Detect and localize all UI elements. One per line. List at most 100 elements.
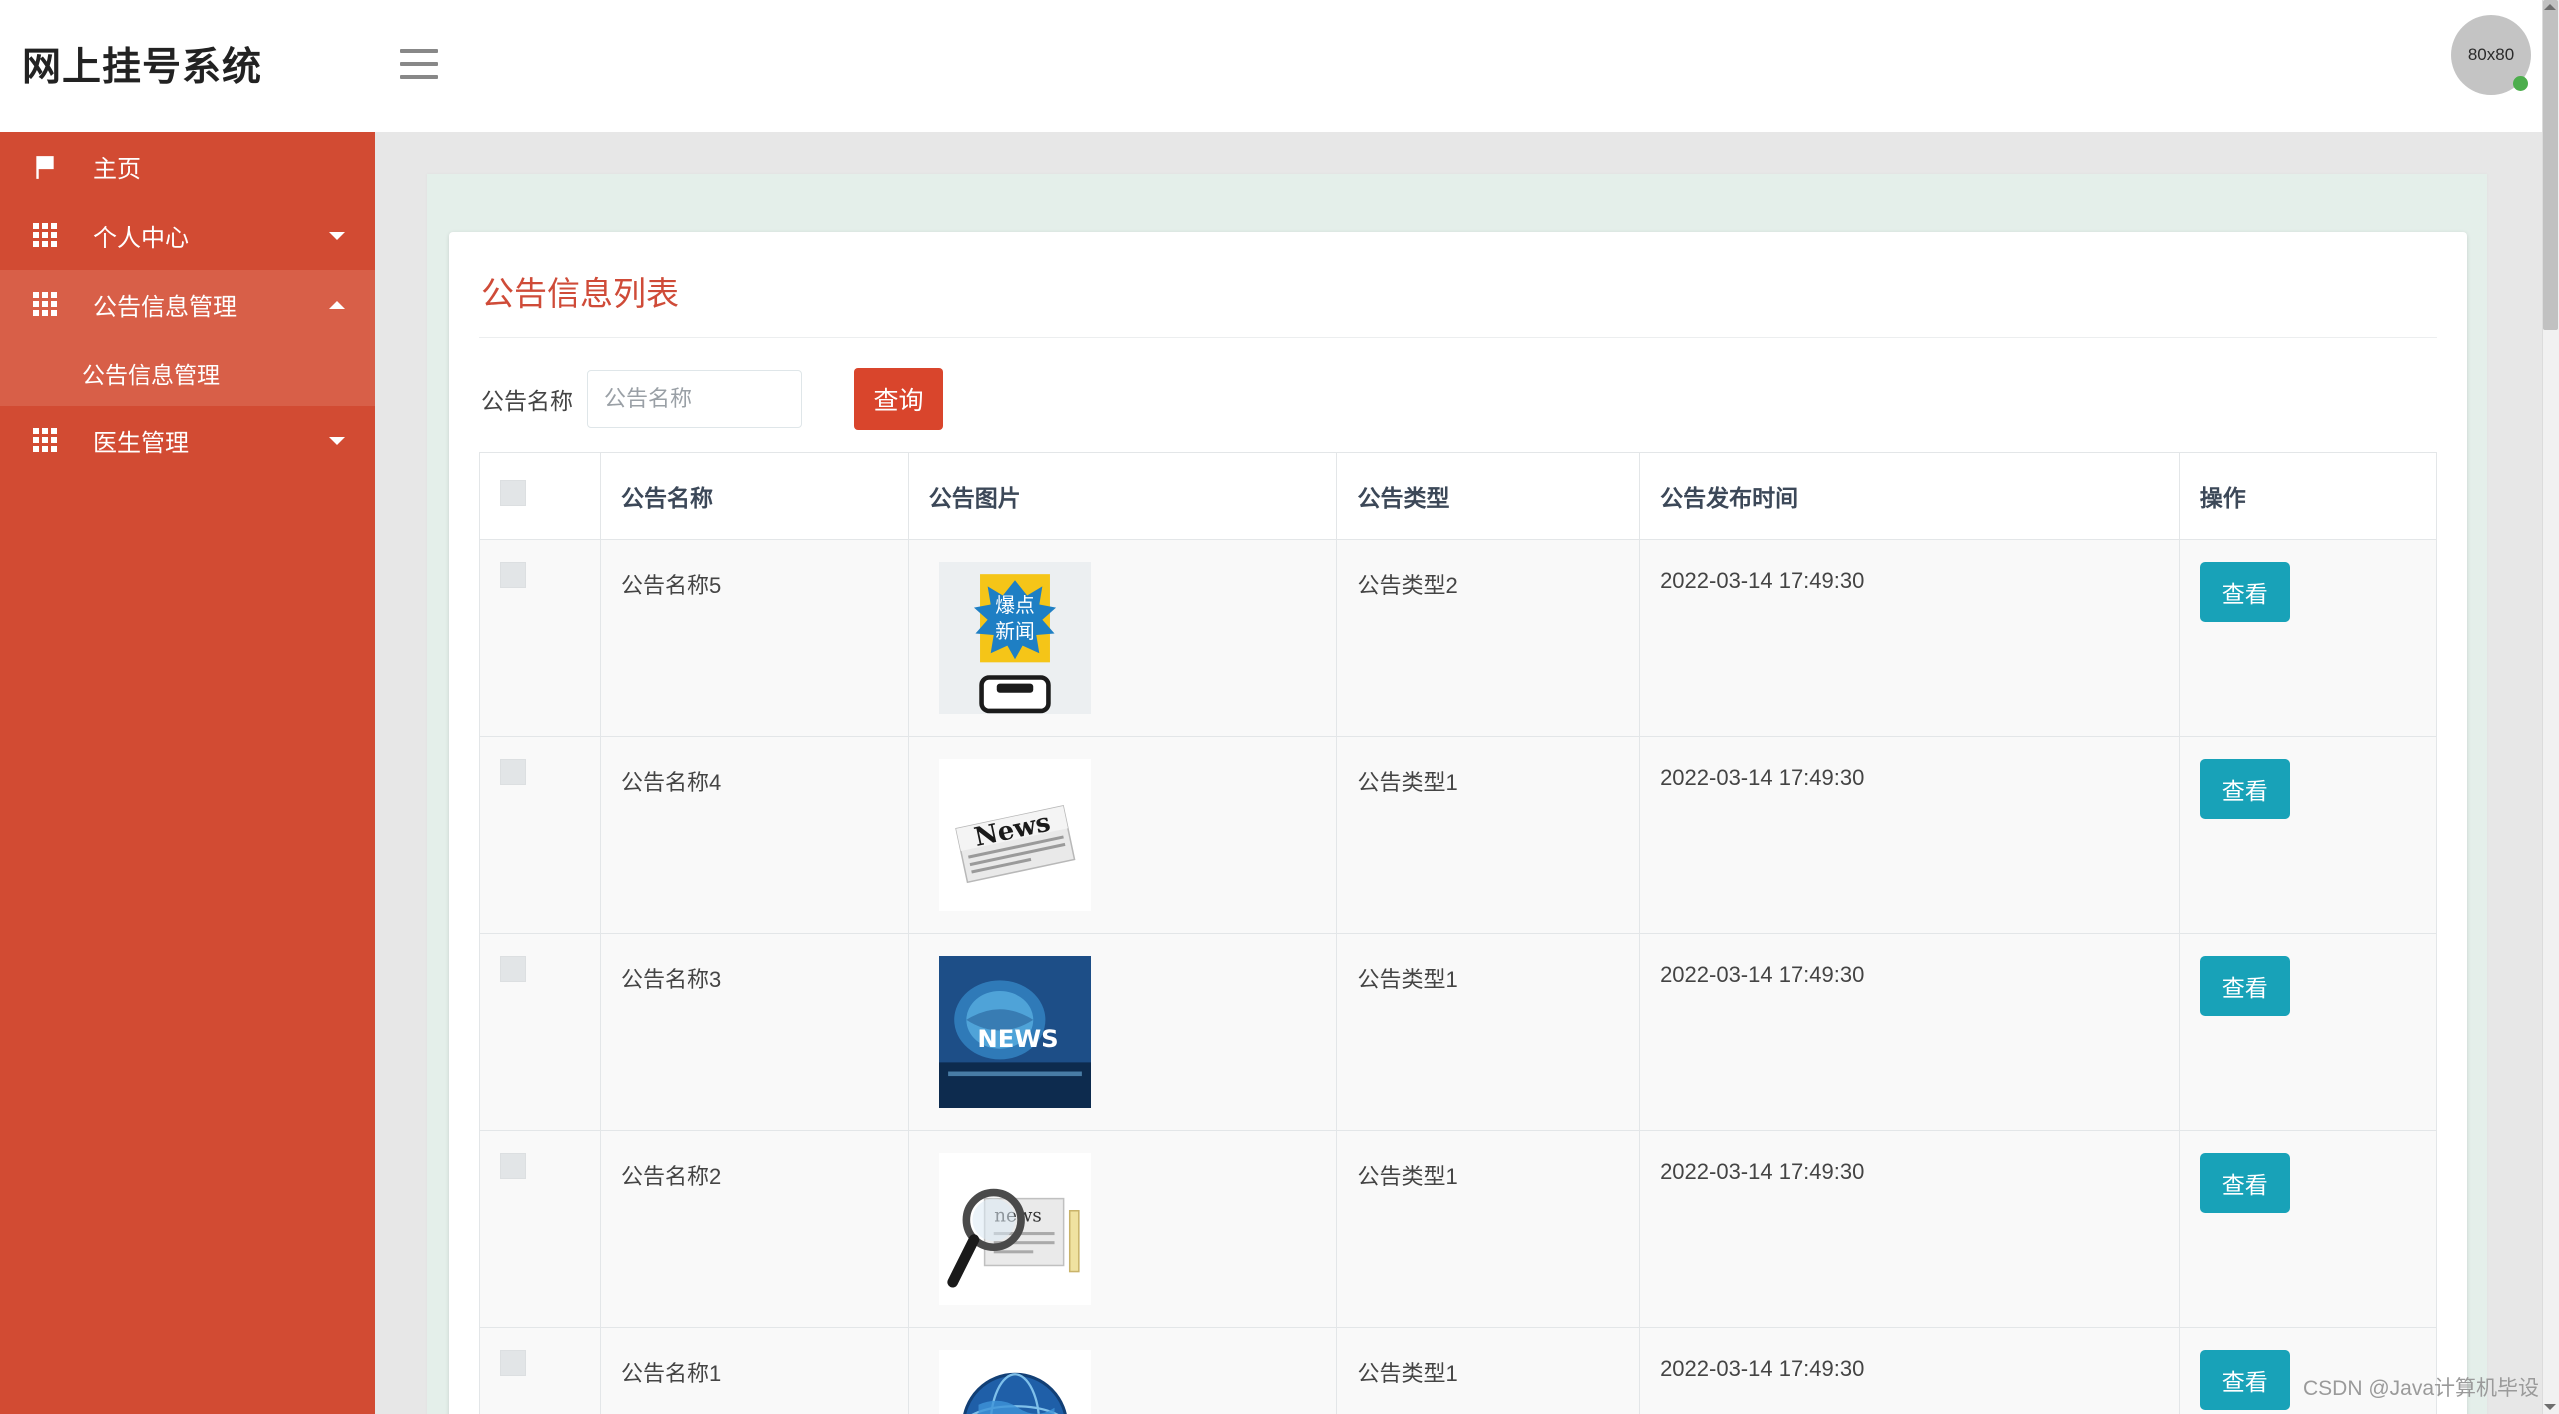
grid-icon	[15, 292, 75, 317]
announcement-thumbnail: News	[938, 759, 1091, 911]
sidebar-subitem-announcement-management[interactable]: 公告信息管理	[0, 339, 375, 406]
search-toolbar: 公告名称 查询	[479, 338, 2437, 452]
sidebar-item-doctor-management[interactable]: 医生管理	[0, 406, 375, 475]
announcement-type: 公告类型1	[1357, 967, 1458, 992]
column-header-operation: 操作	[2178, 452, 2438, 540]
announcement-name: 公告名称3	[621, 967, 722, 992]
sidebar-item-label: 公告信息管理	[93, 294, 237, 321]
announcement-list-panel: 公告信息列表 公告名称 查询	[449, 232, 2467, 1414]
scroll-up-arrow-icon[interactable]	[2544, 4, 2556, 10]
announcement-time: 2022-03-14 17:49:30	[1660, 765, 1865, 790]
view-button[interactable]: 查看	[2199, 956, 2290, 1016]
column-header-type: 公告类型	[1336, 452, 1641, 540]
cell-image: NEWS	[907, 933, 1338, 1131]
row-checkbox[interactable]	[500, 1153, 526, 1179]
view-button[interactable]: 查看	[2199, 759, 2290, 819]
view-button[interactable]: 查看	[2199, 562, 2290, 622]
cell-operation: 查看	[2178, 933, 2438, 1131]
table-header-row: 公告名称 公告图片 公告类型 公告发布时间 操作	[478, 452, 2438, 540]
vertical-scrollbar-thumb[interactable]	[2543, 0, 2558, 330]
announcement-type: 公告类型1	[1357, 1361, 1458, 1386]
chevron-down-icon[interactable]	[329, 436, 345, 445]
announcement-time: 2022-03-14 17:49:30	[1660, 962, 1865, 987]
row-select-cell[interactable]	[478, 933, 602, 1131]
column-header-name: 公告名称	[600, 452, 909, 540]
online-status-dot	[2513, 76, 2528, 91]
row-checkbox[interactable]	[500, 956, 526, 982]
chevron-down-icon[interactable]	[329, 231, 345, 240]
table-row: 公告名称1 NEWS	[478, 1327, 2438, 1414]
cell-name: 公告名称1	[600, 1327, 909, 1414]
search-label: 公告名称	[481, 388, 573, 414]
table-row: 公告名称2 news 公告类型1 2022-03-14 17:49:30 查看	[478, 1130, 2438, 1328]
sidebar-item-personal-center[interactable]: 个人中心	[0, 201, 375, 270]
cell-type: 公告类型1	[1336, 1130, 1641, 1328]
view-button[interactable]: 查看	[2199, 1153, 2290, 1213]
flag-icon	[15, 154, 75, 180]
search-button[interactable]: 查询	[854, 368, 943, 430]
app-root: 网上挂号系统 80x80 主页 个人中心 公告信息管理 公告信息管理 医生管理 …	[0, 0, 2559, 1414]
watermark: CSDN @Java计算机毕设	[2302, 1377, 2539, 1400]
announcement-time: 2022-03-14 17:49:30	[1660, 1159, 1865, 1184]
table-row: 公告名称4 News 公告类型1 2022-03-14 17:49:30 查看	[478, 736, 2438, 934]
svg-text:NEWS: NEWS	[977, 1024, 1058, 1053]
cell-image: news	[907, 1130, 1338, 1328]
cell-name: 公告名称3	[600, 933, 909, 1131]
cell-time: 2022-03-14 17:49:30	[1639, 539, 2180, 737]
sidebar-item-announcement-management[interactable]: 公告信息管理	[0, 270, 375, 339]
sidebar-item-label: 医生管理	[93, 430, 189, 457]
cell-operation: 查看	[2178, 539, 2438, 737]
table-row: 公告名称3 NEWS 公告类型1 2022-03-14 17:49:30 查看	[478, 933, 2438, 1131]
row-checkbox[interactable]	[500, 1350, 526, 1376]
announcement-name: 公告名称2	[621, 1164, 722, 1189]
svg-text:新闻: 新闻	[995, 620, 1035, 643]
cell-image: 爆点 新闻	[907, 539, 1338, 737]
cell-type: 公告类型1	[1336, 1327, 1641, 1414]
scroll-down-arrow-icon[interactable]	[2544, 1404, 2556, 1410]
row-select-cell[interactable]	[478, 1130, 602, 1328]
cell-name: 公告名称5	[600, 539, 909, 737]
row-checkbox[interactable]	[500, 562, 526, 588]
announcement-time: 2022-03-14 17:49:30	[1660, 1356, 1865, 1381]
search-input[interactable]	[587, 370, 802, 428]
panel-outer: 公告信息列表 公告名称 查询	[427, 174, 2487, 1414]
announcement-thumbnail: news	[938, 1153, 1091, 1305]
announcement-name: 公告名称4	[621, 770, 722, 795]
cell-time: 2022-03-14 17:49:30	[1639, 736, 2180, 934]
hamburger-icon[interactable]	[400, 49, 438, 79]
cell-time: 2022-03-14 17:49:30	[1639, 1130, 2180, 1328]
row-checkbox[interactable]	[500, 759, 526, 785]
avatar[interactable]: 80x80	[2451, 15, 2531, 95]
announcement-name: 公告名称1	[621, 1361, 722, 1386]
column-header-select[interactable]	[478, 452, 602, 540]
top-header: 网上挂号系统 80x80	[0, 0, 2559, 132]
cell-time: 2022-03-14 17:49:30	[1639, 1327, 2180, 1414]
cell-time: 2022-03-14 17:49:30	[1639, 933, 2180, 1131]
announcement-type: 公告类型1	[1357, 770, 1458, 795]
table-row: 公告名称5 爆点 新闻 公告类型2 2022-03-14 17:49:30 查看	[478, 539, 2438, 737]
sidebar: 主页 个人中心 公告信息管理 公告信息管理 医生管理	[0, 132, 375, 1414]
row-select-cell[interactable]	[478, 736, 602, 934]
panel-title: 公告信息列表	[479, 232, 2437, 338]
cell-operation: 查看	[2178, 736, 2438, 934]
announcement-thumbnail: 爆点 新闻	[938, 562, 1091, 714]
svg-text:爆点: 爆点	[995, 594, 1035, 617]
cell-name: 公告名称4	[600, 736, 909, 934]
sidebar-item-label: 主页	[93, 156, 141, 183]
cell-type: 公告类型1	[1336, 933, 1641, 1131]
view-button[interactable]: 查看	[2199, 1350, 2290, 1410]
row-select-cell[interactable]	[478, 1327, 602, 1414]
grid-icon	[15, 428, 75, 453]
cell-operation: 查看	[2178, 1130, 2438, 1328]
column-header-image: 公告图片	[907, 452, 1338, 540]
chevron-up-icon[interactable]	[329, 300, 345, 309]
announcement-name: 公告名称5	[621, 573, 722, 598]
sidebar-subitem-label: 公告信息管理	[82, 361, 220, 388]
row-select-cell[interactable]	[478, 539, 602, 737]
cell-image: News	[907, 736, 1338, 934]
column-header-time: 公告发布时间	[1639, 452, 2180, 540]
page-title: 网上挂号系统	[22, 46, 263, 89]
grid-icon	[15, 223, 75, 248]
sidebar-item-home[interactable]: 主页	[0, 132, 375, 201]
select-all-checkbox[interactable]	[500, 480, 526, 506]
